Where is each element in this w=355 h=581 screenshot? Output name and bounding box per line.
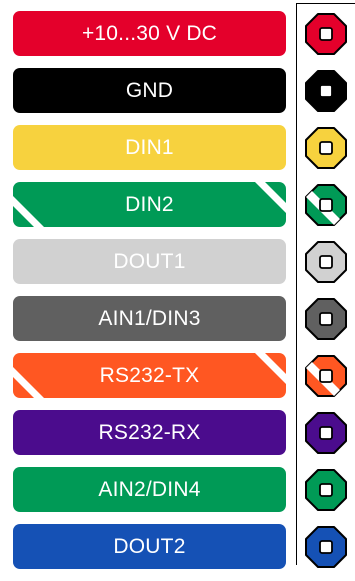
pin-label-ain1-din3: AIN1/DIN3	[13, 296, 286, 341]
stripe-left	[13, 367, 44, 398]
pin-label-din2: DIN2	[13, 182, 286, 227]
pin-label-text: AIN1/DIN3	[98, 307, 201, 330]
pin-label-rs232-rx: RS232-RX	[13, 410, 286, 455]
pin-label-rs232-tx: RS232-TX	[13, 353, 286, 398]
pin-label-text: GND	[125, 79, 174, 102]
pin-octagon-icon-gnd	[305, 70, 347, 112]
pin-label-text: DIN1	[125, 136, 174, 159]
pin-octagon-icon-ain1-din3	[305, 298, 347, 340]
pin-octagon-icon-rs232-rx	[305, 412, 347, 454]
pin-octagon-icon-dout2	[305, 526, 347, 568]
pin-label-list: +10...30 V DC GND DIN1 DIN2 DOUT1 AIN1/D…	[13, 11, 286, 581]
pin-label-power: +10...30 V DC	[13, 11, 286, 56]
pin-label-text: AIN2/DIN4	[98, 478, 201, 501]
pin-octagon-icon-dout1	[305, 241, 347, 283]
pin-octagon-icon-rs232-tx	[305, 355, 347, 397]
stripe-left	[13, 196, 44, 227]
stripe-right	[255, 353, 286, 384]
pin-label-ain2-din4: AIN2/DIN4	[13, 467, 286, 512]
pin-label-text: RS232-RX	[98, 421, 201, 444]
pin-label-dout2: DOUT2	[13, 524, 286, 569]
pin-octagon-icon-ain2-din4	[305, 469, 347, 511]
pin-label-text: DIN2	[125, 193, 174, 216]
pin-label-text: DOUT1	[113, 250, 186, 273]
pin-label-din1: DIN1	[13, 125, 286, 170]
stripe-right	[255, 182, 286, 213]
pin-octagon-icon-din2	[305, 184, 347, 226]
pin-label-dout1: DOUT1	[13, 239, 286, 284]
pin-octagon-icon-din1	[305, 127, 347, 169]
pin-label-gnd: GND	[13, 68, 286, 113]
pin-octagon-icon-power	[305, 13, 347, 55]
pin-label-text: DOUT2	[113, 535, 186, 558]
pin-label-text: +10...30 V DC	[81, 22, 218, 45]
pin-label-text: RS232-TX	[99, 364, 200, 387]
